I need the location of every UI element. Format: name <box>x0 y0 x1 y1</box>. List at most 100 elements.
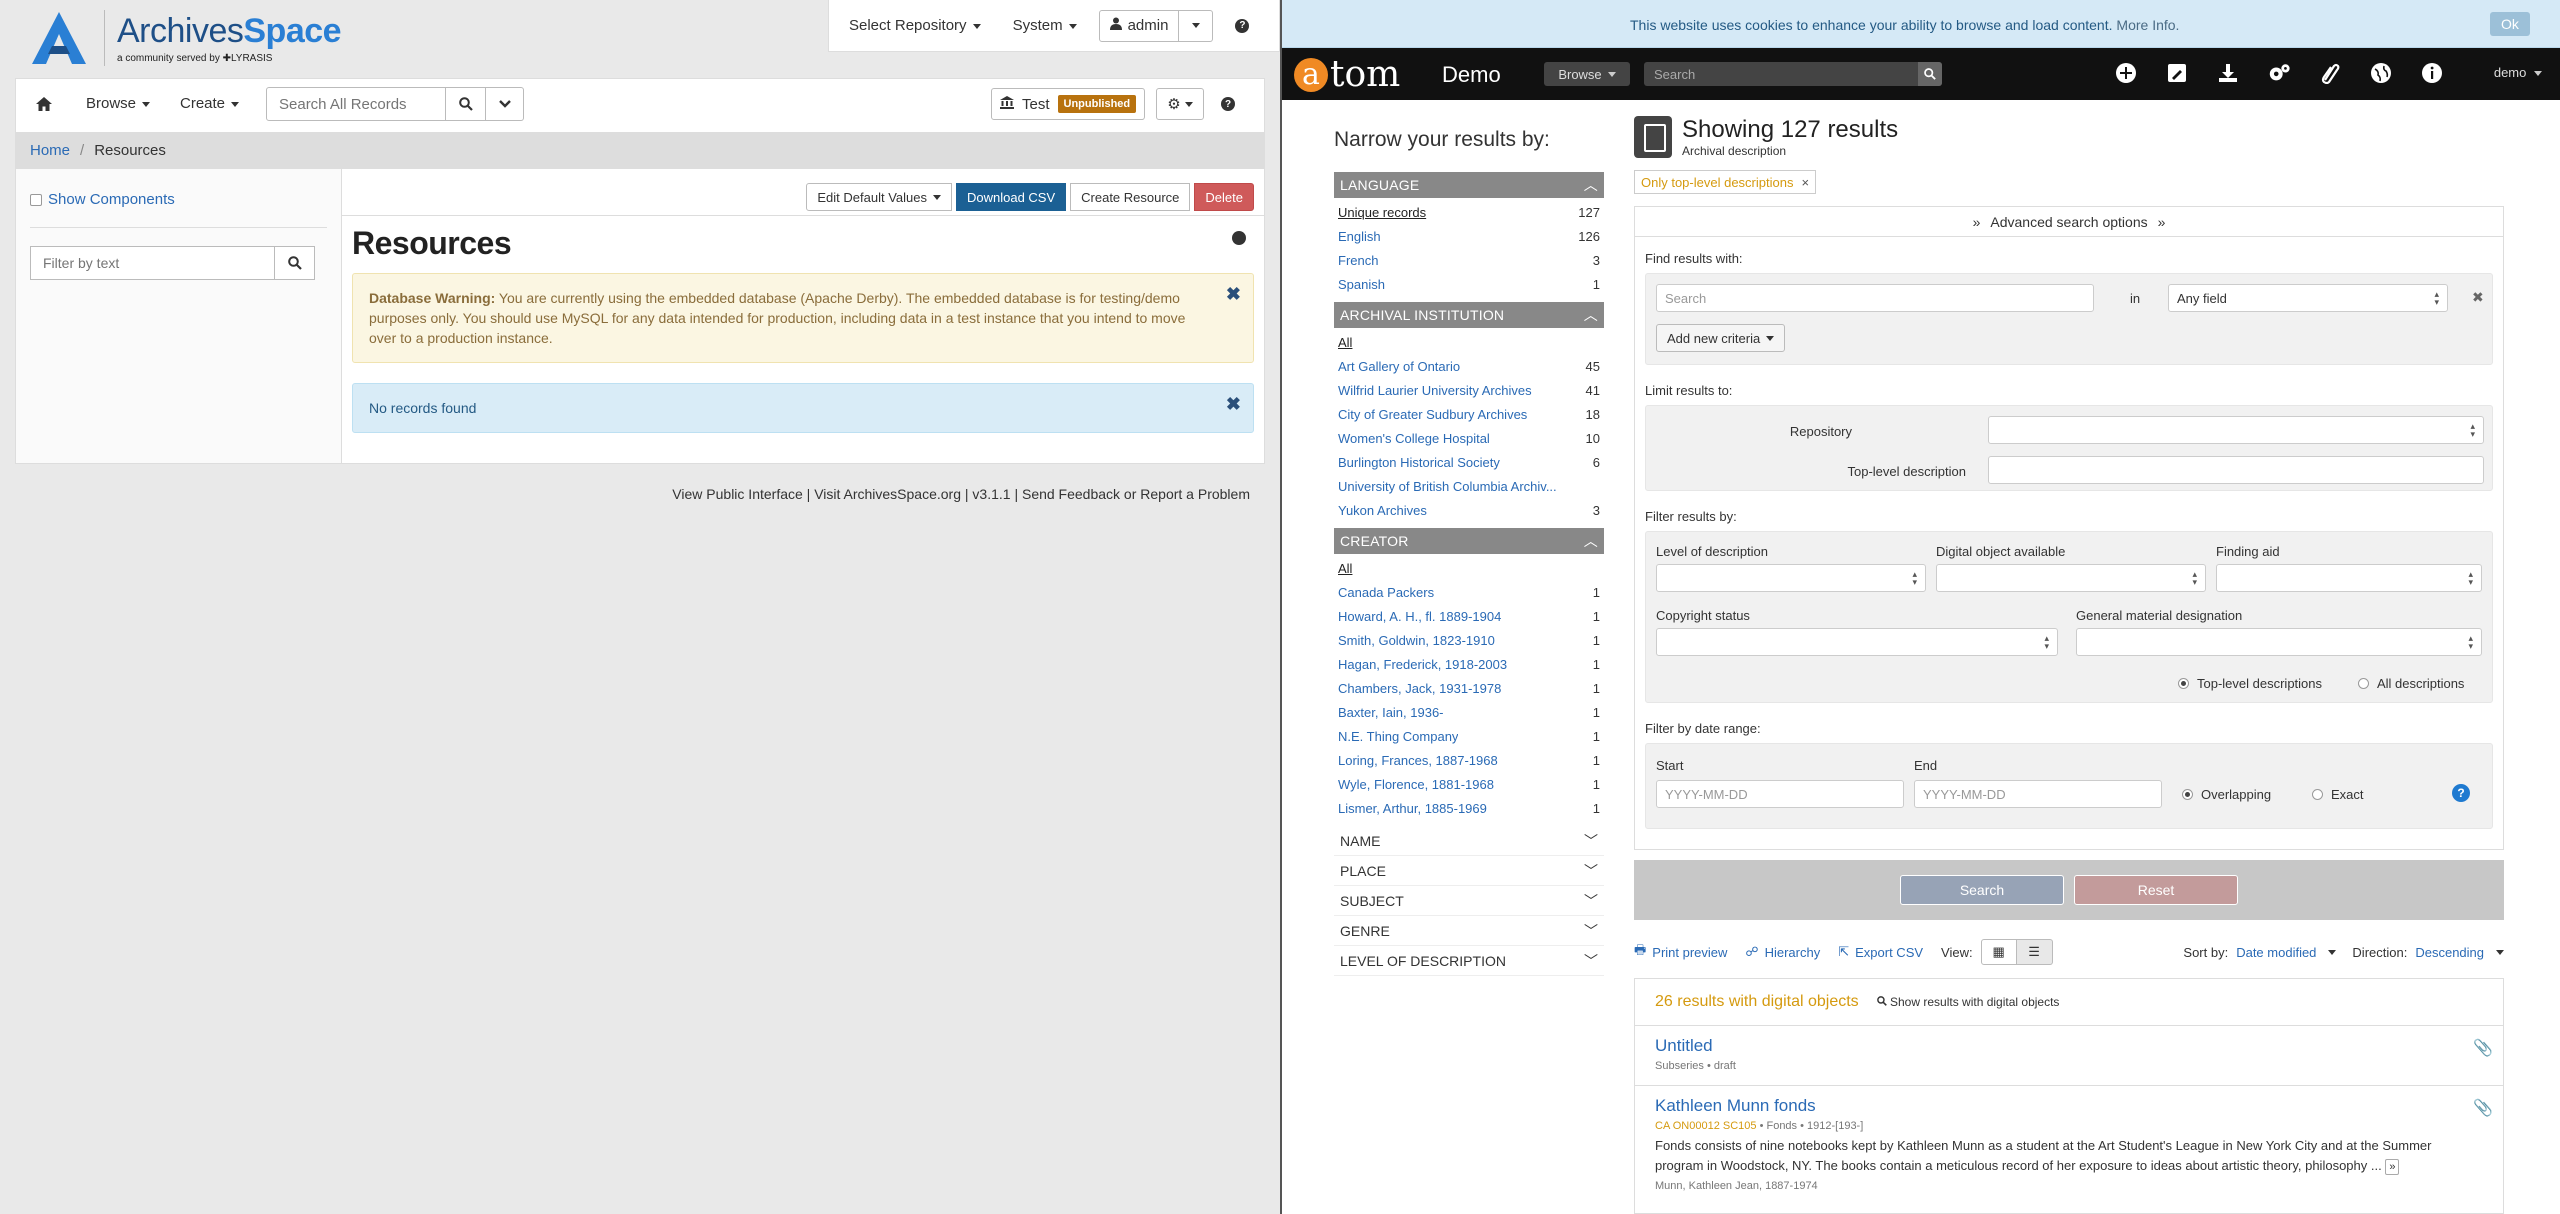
criteria-search-input[interactable]: Search <box>1656 284 2094 312</box>
facet-header-archival-institution[interactable]: ARCHIVAL INSTITUTION ︿ <box>1334 302 1604 328</box>
facet-item-label[interactable]: Baxter, Iain, 1936- <box>1338 705 1444 720</box>
facet-item[interactable]: Unique records 127 <box>1338 200 1600 224</box>
facet-item-label[interactable]: Canada Packers <box>1338 585 1434 600</box>
result-title-link[interactable]: Untitled <box>1655 1036 1713 1055</box>
facet-item[interactable]: Hagan, Frederick, 1918-2003 1 <box>1338 652 1600 676</box>
facet-genre-collapsed[interactable]: GENRE ﹀ <box>1334 916 1604 946</box>
remove-filter-icon[interactable]: × <box>1801 175 1809 190</box>
breadcrumb-home[interactable]: Home <box>30 142 70 159</box>
system-menu[interactable]: System <box>1003 17 1087 34</box>
print-preview-link[interactable]: 🖶 Print preview <box>1634 941 1727 963</box>
reset-button[interactable]: Reset <box>2074 875 2238 905</box>
search-button[interactable]: Search <box>1900 875 2064 905</box>
archivesspace-logo[interactable]: ArchivesSpace a community served by ✚LYR… <box>30 10 342 66</box>
download-csv-button[interactable]: Download CSV <box>955 183 1067 211</box>
level-of-description-select[interactable]: ▴ ▾ <box>1656 564 1926 592</box>
facet-item-label[interactable]: Burlington Historical Society <box>1338 455 1500 470</box>
show-components-toggle[interactable]: Show Components <box>30 191 175 208</box>
radio-unselected[interactable] <box>2312 789 2323 800</box>
facet-header-creator[interactable]: CREATOR ︿ <box>1334 528 1604 554</box>
close-icon[interactable]: ✖ <box>1226 284 1241 304</box>
facet-place-collapsed[interactable]: PLACE ﹀ <box>1334 856 1604 886</box>
field-select[interactable]: Any field ▴ ▾ <box>2168 284 2448 312</box>
facet-item-label[interactable]: Art Gallery of Ontario <box>1338 359 1460 374</box>
facet-item[interactable]: City of Greater Sudbury Archives 18 <box>1338 402 1600 426</box>
facet-item[interactable]: Wilfrid Laurier University Archives 41 <box>1338 378 1600 402</box>
facet-item-label[interactable]: Hagan, Frederick, 1918-2003 <box>1338 657 1507 672</box>
create-resource-button[interactable]: Create Resource <box>1070 183 1191 211</box>
result-title-link[interactable]: Kathleen Munn fonds <box>1655 1096 1816 1115</box>
facet-item-label[interactable]: English <box>1338 229 1381 244</box>
facet-item[interactable]: Yukon Archives 3 <box>1338 498 1600 522</box>
top-level-description-input[interactable] <box>1988 456 2484 484</box>
digital-object-select[interactable]: ▴ ▾ <box>1936 564 2206 592</box>
facet-item[interactable]: Baxter, Iain, 1936- 1 <box>1338 700 1600 724</box>
facet-item-label[interactable]: Smith, Goldwin, 1823-1910 <box>1338 633 1495 648</box>
facet-item-label[interactable]: Wyle, Florence, 1881-1968 <box>1338 777 1494 792</box>
site-name[interactable]: Demo <box>1442 62 1501 88</box>
start-date-input[interactable]: YYYY-MM-DD <box>1656 780 1904 808</box>
atom-search-box[interactable]: Search <box>1644 62 1942 86</box>
end-date-input[interactable]: YYYY-MM-DD <box>1914 780 2162 808</box>
facet-item-label[interactable]: University of British Columbia Archiv... <box>1338 479 1557 494</box>
user-button[interactable]: admin <box>1098 9 1180 42</box>
card-view-button[interactable]: ▦ <box>1980 939 2017 965</box>
delete-button[interactable]: Delete <box>1194 183 1254 211</box>
browse-menu[interactable]: Browse <box>1544 62 1630 86</box>
manage-icon[interactable] <box>2165 61 2189 85</box>
facet-item-label[interactable]: Yukon Archives <box>1338 503 1427 518</box>
facet-item[interactable]: Loring, Frances, 1887-1968 1 <box>1338 748 1600 772</box>
facet-item[interactable]: Chambers, Jack, 1931-1978 1 <box>1338 676 1600 700</box>
radio-selected[interactable] <box>2182 789 2193 800</box>
overlapping-radio[interactable]: Overlapping <box>2182 787 2271 802</box>
sort-by-dropdown[interactable]: Date modified <box>2236 945 2337 960</box>
hierarchy-link[interactable]: ☍ Hierarchy <box>1745 944 1820 960</box>
atom-search-button[interactable] <box>1918 62 1942 86</box>
repository-select[interactable]: ▴ ▾ <box>1988 416 2484 444</box>
expand-description-button[interactable]: » <box>2385 1159 2400 1175</box>
general-material-select[interactable]: ▴ ▾ <box>2076 628 2482 656</box>
remove-criteria-icon[interactable]: ✖ <box>2472 289 2484 306</box>
direction-dropdown[interactable]: Descending <box>2415 945 2504 960</box>
footer-links[interactable]: View Public Interface | Visit ArchivesSp… <box>672 486 1250 502</box>
finding-aid-select[interactable]: ▴ ▾ <box>2216 564 2482 592</box>
facet-item-label[interactable]: Loring, Frances, 1887-1968 <box>1338 753 1498 768</box>
facet-item[interactable]: Howard, A. H., fl. 1889-1904 1 <box>1338 604 1600 628</box>
copyright-status-select[interactable]: ▴ ▾ <box>1656 628 2058 656</box>
import-icon[interactable] <box>2216 61 2240 85</box>
edit-default-values-button[interactable]: Edit Default Values <box>806 183 952 211</box>
paperclip-icon[interactable]: 📎 <box>2473 1098 2493 1118</box>
facet-item-label[interactable]: Women's College Hospital <box>1338 431 1490 446</box>
radio-selected[interactable] <box>2178 678 2189 689</box>
facet-item-all[interactable]: All <box>1338 556 1600 580</box>
facet-item-label[interactable]: French <box>1338 253 1378 268</box>
all-descriptions-radio[interactable]: All descriptions <box>2358 676 2464 691</box>
facet-subject-collapsed[interactable]: SUBJECT ﹀ <box>1334 886 1604 916</box>
facet-item[interactable]: Lismer, Arthur, 1885-1969 1 <box>1338 796 1600 820</box>
cookie-ok-button[interactable]: Ok <box>2490 12 2530 36</box>
browse-menu[interactable]: Browse <box>86 95 151 112</box>
cookie-more-info-link[interactable]: More Info. <box>2116 17 2179 33</box>
facet-item-label[interactable]: Wilfrid Laurier University Archives <box>1338 383 1532 398</box>
top-level-radio[interactable]: Top-level descriptions <box>2178 676 2322 691</box>
clipboard-icon[interactable] <box>2318 61 2342 85</box>
facet-item[interactable]: Wyle, Florence, 1881-1968 1 <box>1338 772 1600 796</box>
table-view-button[interactable]: ☰ <box>2016 939 2053 965</box>
search-all-records-input[interactable] <box>266 87 446 121</box>
search-button[interactable] <box>446 87 486 121</box>
atom-logo[interactable]: a tom <box>1294 54 1400 95</box>
show-components-checkbox[interactable] <box>30 193 42 206</box>
facet-item[interactable]: Canada Packers 1 <box>1338 580 1600 604</box>
facet-item[interactable]: Women's College Hospital 10 <box>1338 426 1600 450</box>
facet-item[interactable]: Art Gallery of Ontario 45 <box>1338 354 1600 378</box>
help-icon[interactable]: ? <box>1235 18 1250 33</box>
select-repository-menu[interactable]: Select Repository <box>839 17 991 34</box>
facet-item-label[interactable]: City of Greater Sudbury Archives <box>1338 407 1527 422</box>
facet-item-label[interactable]: Howard, A. H., fl. 1889-1904 <box>1338 609 1501 624</box>
filter-text-input[interactable] <box>30 246 275 280</box>
home-icon[interactable] <box>36 95 52 116</box>
create-menu[interactable]: Create <box>180 95 240 112</box>
admin-gears-icon[interactable] <box>2267 61 2291 85</box>
exact-radio[interactable]: Exact <box>2312 787 2364 802</box>
facet-item[interactable]: French 3 <box>1338 248 1600 272</box>
